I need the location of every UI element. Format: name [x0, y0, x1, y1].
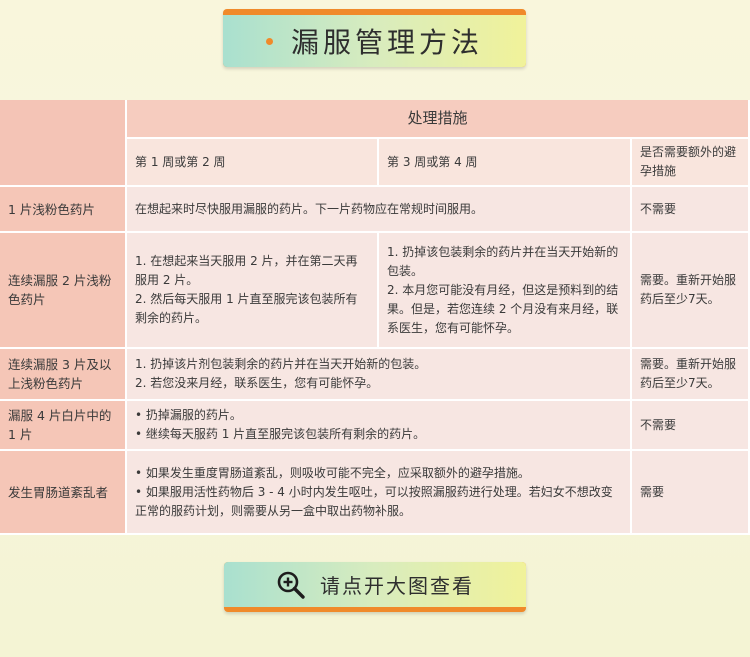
line: • 如果服用活性药物后 3 - 4 小时内发生呕吐，可以按照漏服药进行处理。若妇… — [135, 484, 613, 518]
table-row: 1 片浅粉色药片 在想起来时尽快服用漏服的药片。下一片药物应在常规时间服用。 不… — [0, 187, 750, 233]
line: • 如果发生重度胃肠道紊乱，则吸收可能不完全，应采取额外的避孕措施。 — [135, 465, 530, 480]
row-content: • 如果发生重度胃肠道紊乱，则吸收可能不完全，应采取额外的避孕措施。 • 如果服… — [127, 451, 632, 535]
line: • 继续每天服药 1 片直至服完该包装所有剩余的药片。 — [135, 427, 426, 441]
row-content: • 扔掉漏服的药片。 • 继续每天服药 1 片直至服完该包装所有剩余的药片。 — [127, 401, 632, 451]
table-row: 连续漏服 2 片浅粉色药片 1. 在想起来当天服用 2 片，并在第二天再服用 2… — [0, 233, 750, 349]
line: 1. 扔掉该片剂包装剩余的药片并在当天开始新的包装。 — [135, 357, 427, 371]
page-title: 漏服管理方法 — [290, 26, 483, 59]
title-banner: 漏服管理方法 — [223, 9, 526, 67]
button-label: 请点开大图查看 — [320, 574, 474, 598]
header-measures: 处理措施 — [127, 100, 750, 139]
row-label: 连续漏服 2 片浅粉色药片 — [0, 233, 127, 349]
zoom-in-icon — [277, 571, 305, 599]
row-extra: 需要 — [632, 451, 750, 535]
row-week12: 1. 在想起来当天服用 2 片，并在第二天再服用 2 片。 2. 然后每天服用 … — [127, 233, 379, 349]
line: 1. 扔掉该包装剩余的药片并在当天开始新的包装。 — [387, 244, 619, 278]
view-large-image-button[interactable]: 请点开大图查看 — [224, 562, 526, 612]
line: 2. 然后每天服用 1 片直至服完该包装所有剩余的药片。 — [135, 292, 358, 325]
table-row: 连续漏服 3 片及以上浅粉色药片 1. 扔掉该片剂包装剩余的药片并在当天开始新的… — [0, 349, 750, 401]
line: 2. 本月您可能没有月经，但这是预料到的结果。但是，若您连续 2 个月没有来月经… — [387, 282, 619, 335]
header-extra-contraception: 是否需要额外的避孕措施 — [632, 139, 750, 187]
missed-dose-table: 处理措施 第 1 周或第 2 周 第 3 周或第 4 周 是否需要额外的避孕措施… — [0, 100, 750, 535]
row-extra: 需要。重新开始服药后至少7天。 — [632, 349, 750, 401]
row-extra: 需要。重新开始服药后至少7天。 — [632, 233, 750, 349]
table-row: 漏服 4 片白片中的 1 片 • 扔掉漏服的药片。 • 继续每天服药 1 片直至… — [0, 401, 750, 451]
row-week34: 1. 扔掉该包装剩余的药片并在当天开始新的包装。 2. 本月您可能没有月经，但这… — [379, 233, 632, 349]
row-label: 连续漏服 3 片及以上浅粉色药片 — [0, 349, 127, 401]
row-label: 1 片浅粉色药片 — [0, 187, 127, 233]
row-content: 在想起来时尽快服用漏服的药片。下一片药物应在常规时间服用。 — [127, 187, 632, 233]
table-corner — [0, 100, 127, 187]
line: 1. 在想起来当天服用 2 片，并在第二天再服用 2 片。 — [135, 254, 358, 287]
table-row: 发生胃肠道紊乱者 • 如果发生重度胃肠道紊乱，则吸收可能不完全，应采取额外的避孕… — [0, 451, 750, 535]
row-label: 发生胃肠道紊乱者 — [0, 451, 127, 535]
row-content: 1. 扔掉该片剂包装剩余的药片并在当天开始新的包装。 2. 若您没来月经，联系医… — [127, 349, 632, 401]
row-extra: 不需要 — [632, 187, 750, 233]
line: • 扔掉漏服的药片。 — [135, 408, 242, 422]
bullet-dot — [265, 37, 273, 45]
line: 2. 若您没来月经，联系医生，您有可能怀孕。 — [135, 376, 379, 390]
row-extra: 不需要 — [632, 401, 750, 451]
header-week-3-4: 第 3 周或第 4 周 — [379, 139, 632, 187]
row-label: 漏服 4 片白片中的 1 片 — [0, 401, 127, 451]
header-week-1-2: 第 1 周或第 2 周 — [127, 139, 379, 187]
